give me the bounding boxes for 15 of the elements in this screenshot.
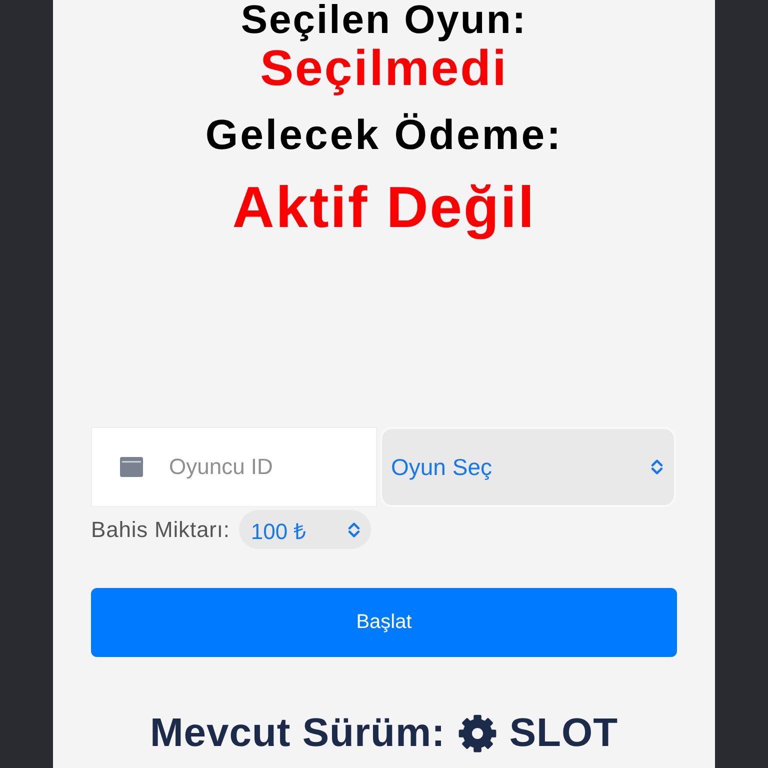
next-payment-value: Aktif Değil [232,174,536,242]
version-label: Mevcut Sürüm: [150,710,446,757]
gear-icon [458,714,498,752]
bet-amount-label: Bahis Miktarı: [91,516,230,542]
card-icon [120,457,143,477]
chevron-icon [346,520,361,538]
selected-game-label: Seçilen Oyun: [240,0,528,40]
next-payment-label: Gelecek Ödeme: [205,112,563,158]
player-id-field[interactable]: Oyuncu ID [91,427,377,507]
game-select[interactable]: Oyun Seç [380,427,676,507]
start-button[interactable]: Başlat [91,588,677,657]
chevron-icon [650,458,664,476]
version-value: SLOT [509,710,618,757]
selected-game-value: Seçilmedi [260,42,508,94]
bet-amount-select[interactable]: 100 ₺ [238,510,371,549]
